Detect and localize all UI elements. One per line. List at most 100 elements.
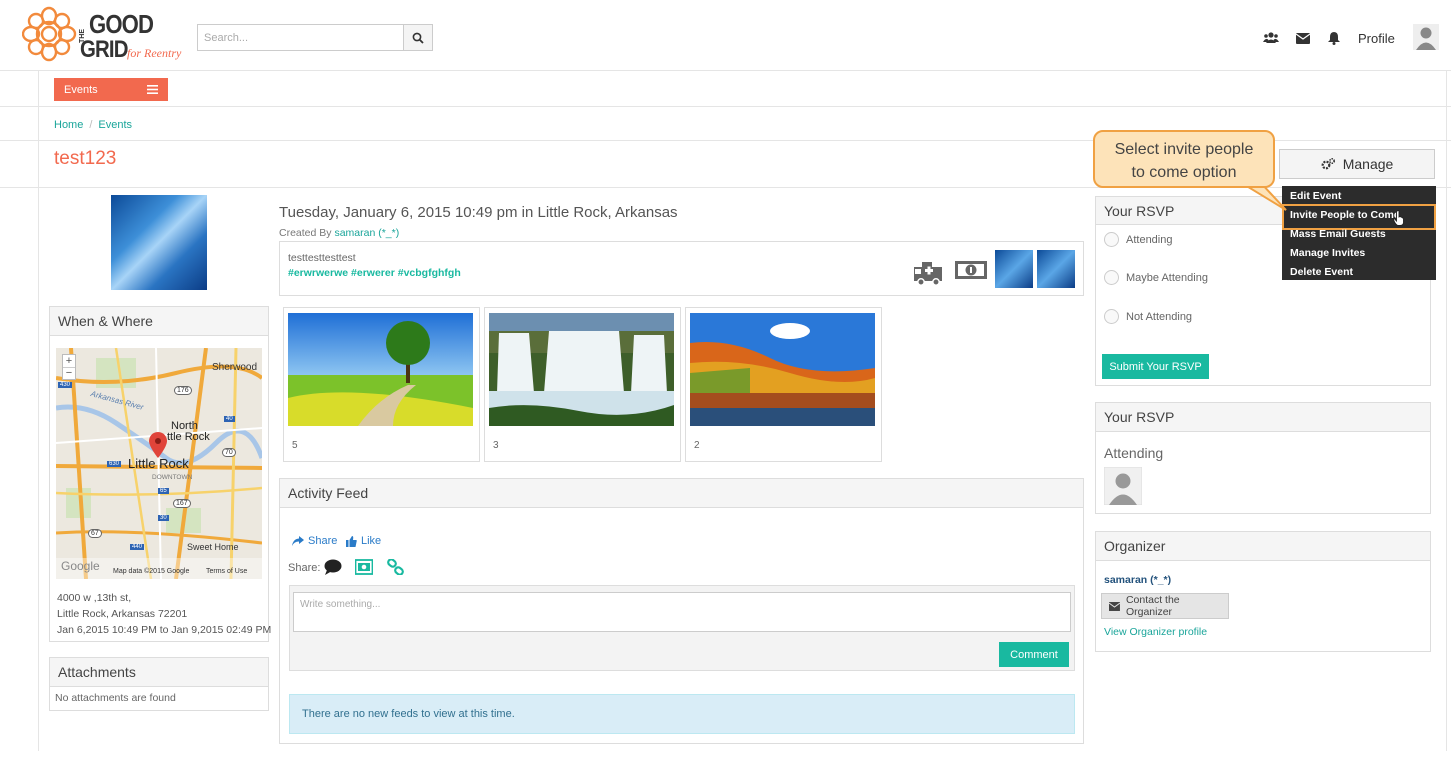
share-label: Share bbox=[308, 535, 338, 547]
breadcrumb-home[interactable]: Home bbox=[54, 119, 83, 131]
attached-image-thumb-2[interactable] bbox=[1037, 250, 1075, 288]
manage-dropdown-menu: Edit Event Invite People to Come Mass Em… bbox=[1282, 186, 1436, 280]
activity-feed-panel: Activity Feed Share Like Share: Write so… bbox=[279, 478, 1084, 744]
gallery-count: 2 bbox=[694, 440, 700, 451]
ambulance-icon[interactable] bbox=[912, 259, 944, 287]
view-organizer-profile-link[interactable]: View Organizer profile bbox=[1104, 626, 1207, 638]
breadcrumb-separator: / bbox=[89, 119, 93, 131]
thumbs-up-icon bbox=[346, 535, 357, 547]
left-border bbox=[38, 71, 39, 751]
events-menu-button[interactable]: Events bbox=[54, 78, 168, 101]
profile-link[interactable]: Profile bbox=[1358, 31, 1395, 46]
created-by: Created By samaran (*_*) bbox=[279, 227, 399, 239]
speech-bubble-icon[interactable] bbox=[324, 559, 342, 575]
submit-rsvp-button[interactable]: Submit Your RSVP bbox=[1102, 354, 1209, 379]
creator-link[interactable]: samaran (*_*) bbox=[334, 227, 399, 239]
callout-line-1: Select invite people bbox=[1114, 141, 1254, 158]
when-where-heading: When & Where bbox=[50, 307, 268, 336]
gallery-count: 3 bbox=[493, 440, 499, 451]
link-icon[interactable] bbox=[387, 559, 404, 575]
photo-icon[interactable] bbox=[355, 559, 373, 575]
logo-tagline: for Reentry bbox=[127, 46, 182, 60]
gallery-image-tree-road[interactable] bbox=[288, 313, 473, 426]
attendee-avatar-icon[interactable] bbox=[1104, 467, 1142, 505]
logo-grid: GRID bbox=[80, 36, 128, 63]
gallery-image-autumn-lake[interactable] bbox=[690, 313, 875, 426]
comment-button[interactable]: Comment bbox=[999, 642, 1069, 667]
rsvp-radio-not-attending[interactable] bbox=[1104, 309, 1119, 324]
menu-item-invite-people[interactable]: Invite People to Come bbox=[1290, 209, 1400, 221]
map-zoom-out-button[interactable]: − bbox=[63, 368, 75, 380]
user-avatar-icon bbox=[1413, 24, 1439, 50]
map-shield-70: 70 bbox=[222, 448, 236, 457]
rsvp-option-not-attending: Not Attending bbox=[1126, 311, 1193, 323]
subnav-bar bbox=[0, 71, 1451, 107]
contact-organizer-button[interactable]: Contact the Organizer bbox=[1101, 593, 1229, 619]
rsvp-radio-maybe[interactable] bbox=[1104, 270, 1119, 285]
menu-item-edit-event[interactable]: Edit Event bbox=[1290, 190, 1341, 202]
comment-composer: Write something... Comment bbox=[289, 585, 1075, 671]
organizer-name[interactable]: samaran (*_*) bbox=[1104, 574, 1171, 586]
envelope-icon bbox=[1109, 601, 1120, 611]
menu-item-mass-email[interactable]: Mass Email Guests bbox=[1290, 228, 1386, 240]
map-shield-40: 40 bbox=[224, 416, 235, 422]
event-datetime: Tuesday, January 6, 2015 10:49 pm in Lit… bbox=[279, 204, 678, 221]
share-link[interactable]: Share bbox=[292, 535, 337, 547]
map-shield-176: 176 bbox=[174, 386, 192, 395]
page-title: test123 bbox=[54, 148, 117, 169]
map-shield-67: 67 bbox=[88, 529, 102, 538]
map-label-sweet-home: Sweet Home bbox=[187, 542, 239, 552]
like-link[interactable]: Like bbox=[346, 535, 381, 547]
rsvp-option-maybe: Maybe Attending bbox=[1126, 272, 1208, 284]
breadcrumb-events[interactable]: Events bbox=[98, 119, 132, 131]
organizer-panel: Organizer samaran (*_*) Contact the Orga… bbox=[1095, 531, 1431, 652]
map-label-little-rock: Little Rock bbox=[128, 456, 189, 471]
menu-item-delete-event[interactable]: Delete Event bbox=[1290, 266, 1353, 278]
attachments-empty: No attachments are found bbox=[55, 692, 176, 704]
gallery-item[interactable]: 3 bbox=[484, 307, 681, 462]
map-label-sherwood: Sherwood bbox=[212, 362, 258, 373]
avatar[interactable] bbox=[1413, 24, 1439, 50]
rsvp-radio-attending[interactable] bbox=[1104, 232, 1119, 247]
comment-input[interactable]: Write something... bbox=[293, 592, 1071, 632]
map-attribution: Map data ©2015 Google bbox=[113, 568, 190, 575]
menu-item-manage-invites[interactable]: Manage Invites bbox=[1290, 247, 1365, 259]
gallery-item[interactable]: 5 bbox=[283, 307, 480, 462]
event-address: 4000 w ,13th st, Little Rock, Arkansas 7… bbox=[57, 590, 271, 638]
address-line-1: 4000 w ,13th st, bbox=[57, 592, 132, 604]
money-icon[interactable] bbox=[954, 259, 988, 281]
map-shield-30-north: 30 bbox=[158, 515, 169, 521]
manage-button[interactable]: Manage bbox=[1279, 149, 1435, 179]
gallery-item[interactable]: 2 bbox=[685, 307, 882, 462]
event-description-box: testtesttesttest #erwrwerwe #erwerer #vc… bbox=[279, 241, 1084, 296]
organizer-heading: Organizer bbox=[1096, 532, 1430, 561]
map-terms-link[interactable]: Terms of Use bbox=[206, 568, 247, 575]
search-input[interactable]: Search... bbox=[197, 24, 404, 51]
users-icon[interactable] bbox=[1262, 29, 1280, 47]
search-button[interactable] bbox=[403, 24, 433, 51]
hand-cursor-icon bbox=[1393, 210, 1404, 226]
flower-logo-icon bbox=[22, 6, 77, 62]
logo[interactable]: THE GOOD GRID for Reentry bbox=[22, 6, 194, 64]
events-menu-label: Events bbox=[64, 83, 98, 96]
envelope-icon[interactable] bbox=[1294, 29, 1312, 47]
attached-image-thumb-1[interactable] bbox=[995, 250, 1033, 288]
bell-icon[interactable] bbox=[1325, 29, 1343, 47]
like-label: Like bbox=[361, 535, 382, 547]
created-by-label: Created By bbox=[279, 227, 332, 239]
instruction-callout: Select invite people to come option bbox=[1093, 130, 1275, 188]
contact-organizer-label: Contact the Organizer bbox=[1125, 594, 1180, 618]
event-hashtags[interactable]: #erwrwerwe #erwerer #vcbgfghfgh bbox=[288, 267, 461, 279]
address-line-2: Little Rock, Arkansas 72201 bbox=[57, 608, 188, 620]
rsvp-option-attending: Attending bbox=[1126, 234, 1173, 246]
search-icon bbox=[412, 32, 424, 44]
attachments-panel: Attachments No attachments are found bbox=[49, 657, 269, 711]
map-shield-440: 440 bbox=[130, 544, 145, 550]
map-label-north-little-rock: ttle Rock bbox=[167, 431, 210, 443]
map-shield-630: 630 bbox=[107, 461, 122, 467]
event-image[interactable] bbox=[111, 195, 207, 290]
event-map[interactable]: + − Sherwood North ttle Rock Little Rock… bbox=[56, 348, 262, 579]
map-shield-430: 430 bbox=[58, 382, 73, 388]
rsvp-status-panel: Your RSVP Attending bbox=[1095, 402, 1431, 514]
gallery-image-waterfall[interactable] bbox=[489, 313, 674, 426]
